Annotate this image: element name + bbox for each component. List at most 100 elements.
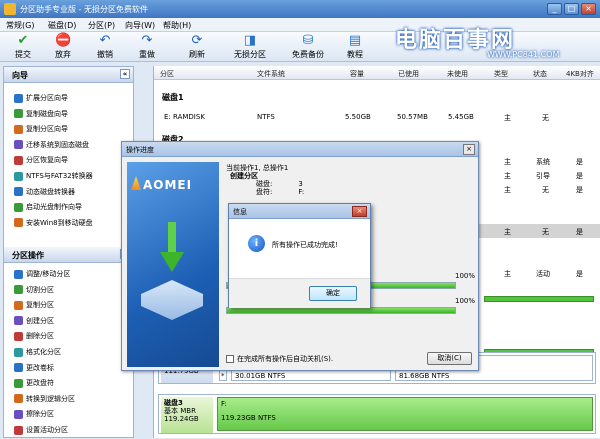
tutorial-button[interactable]: ▤ 教程 xyxy=(340,33,370,61)
wizard-item[interactable]: 复制分区向导 xyxy=(14,124,68,138)
col-filesystem[interactable]: 文件系统 xyxy=(257,69,285,79)
ops-item-icon xyxy=(14,347,23,357)
partition-block[interactable]: F: 119.23GB NTFS xyxy=(217,397,593,431)
check-icon: ✔ xyxy=(17,33,29,48)
ops-item-icon xyxy=(14,285,23,295)
ops-item-icon xyxy=(14,316,23,326)
wizard-item[interactable]: 扩展分区向导 xyxy=(14,93,68,107)
ops-item-label: 擦除分区 xyxy=(26,410,54,419)
wizard-item-icon xyxy=(14,187,23,197)
wizard-item-icon xyxy=(14,93,23,103)
ops-item-icon xyxy=(14,394,23,404)
ops-item-label: 格式化分区 xyxy=(26,348,61,356)
ops-item[interactable]: 更改盘符 xyxy=(14,378,54,392)
cancel-button[interactable]: 取消(C) xyxy=(427,352,472,365)
ops-item[interactable]: 更改卷标 xyxy=(14,363,54,377)
menu-partition[interactable]: 分区(P) xyxy=(88,20,115,31)
wizard-item[interactable]: 迁移系统到固态磁盘 xyxy=(14,140,89,154)
ops-item[interactable]: 创建分区 xyxy=(14,316,54,330)
wizard-item[interactable]: 安装Win8到移动硬盘 xyxy=(14,218,93,232)
drive-info: 盘符: F: xyxy=(256,188,305,196)
disk-info: 磁盘: 3 xyxy=(256,180,303,188)
ops-item-label: 调整/移动分区 xyxy=(26,270,71,278)
ops-item[interactable]: 擦除分区 xyxy=(14,409,54,423)
table-row[interactable]: E: RAMDISK NTFS 5.50GB 50.57MB 5.45GB 主 … xyxy=(154,110,600,124)
window-title: 分区助手专业版 - 无损分区免费软件 xyxy=(20,5,148,14)
wizard-item-label: NTFS与FAT32转换器 xyxy=(26,172,93,180)
ops-item-label: 设置活动分区 xyxy=(26,426,68,434)
wizard-item[interactable]: 复制磁盘向导 xyxy=(14,109,68,123)
minimize-button[interactable]: _ xyxy=(547,3,562,15)
disk-card-label: 磁盘3 基本 MBR 119.24GB xyxy=(161,397,213,433)
wizard-item-label: 复制磁盘向导 xyxy=(26,109,68,118)
ops-item[interactable]: 复制分区 xyxy=(14,300,54,314)
ops-item-icon xyxy=(14,269,23,279)
wizard-item-icon xyxy=(14,202,23,212)
menu-disk[interactable]: 磁盘(D) xyxy=(48,20,76,31)
progress-percent-1: 100% xyxy=(455,272,476,280)
wizard-section-title: 向导 xyxy=(12,71,28,80)
ops-item[interactable]: 删除分区 xyxy=(14,331,54,345)
wizard-item[interactable]: 动态磁盘转换器 xyxy=(14,187,75,201)
collapse-icon[interactable]: « xyxy=(120,69,130,79)
refresh-button[interactable]: ⟳ 刷新 xyxy=(182,33,212,61)
ops-item-label: 复制分区 xyxy=(26,301,54,310)
undo-icon: ↶ xyxy=(99,33,111,48)
auto-shutdown-checkbox[interactable]: 在完成所有操作后自动关机(S). xyxy=(226,354,333,364)
ops-item-label: 转换到逻辑分区 xyxy=(26,394,75,403)
ok-button[interactable]: 确定 xyxy=(309,286,357,301)
ops-item[interactable]: 转换到逻辑分区 xyxy=(14,394,75,408)
ops-section-title: 分区操作 xyxy=(12,251,44,260)
wizard-item-label: 迁移系统到固态磁盘 xyxy=(26,140,89,149)
download-arrow-icon xyxy=(160,222,184,272)
wizard-item-icon xyxy=(14,140,23,150)
progress-bar-2 xyxy=(226,307,456,314)
col-type[interactable]: 类型 xyxy=(494,69,508,79)
wizard-item[interactable]: NTFS与FAT32转换器 xyxy=(14,171,93,185)
ops-item-icon xyxy=(14,425,23,435)
ops-item[interactable]: 设置活动分区 xyxy=(14,425,68,439)
ops-section-header[interactable]: 分区操作 « xyxy=(4,247,133,263)
col-used[interactable]: 已使用 xyxy=(398,69,419,79)
col-free[interactable]: 未使用 xyxy=(447,69,468,79)
aomei-logo-panel: AOMEI xyxy=(127,162,219,367)
ops-item-label: 更改盘符 xyxy=(26,379,54,388)
wizard-item-label: 分区恢复向导 xyxy=(26,156,68,165)
wizard-item[interactable]: 分区恢复向导 xyxy=(14,155,68,169)
menu-help[interactable]: 帮助(H) xyxy=(163,20,191,31)
ops-item[interactable]: 调整/移动分区 xyxy=(14,269,70,283)
watermark-url: WWW.PC841.COM xyxy=(487,50,560,59)
disk-card[interactable]: 磁盘3 基本 MBR 119.24GB F: 119.23GB NTFS xyxy=(158,394,596,434)
checkbox-icon[interactable] xyxy=(226,355,234,363)
ops-item-icon xyxy=(14,300,23,310)
wizard-item[interactable]: 启动光盘制作向导 xyxy=(14,202,82,216)
col-capacity[interactable]: 容量 xyxy=(350,69,364,79)
wizard-item-icon xyxy=(14,109,23,119)
maximize-button[interactable]: □ xyxy=(564,3,579,15)
info-message-box: 信息 × i 所有操作已成功完成! 确定 xyxy=(228,203,371,308)
ops-item-icon xyxy=(14,378,23,388)
redo-button[interactable]: ↷ 重做 xyxy=(132,33,162,61)
wizard-section-header[interactable]: 向导 « xyxy=(4,67,133,83)
col-partition[interactable]: 分区 xyxy=(160,69,174,79)
partition-icon: ◨ xyxy=(243,33,257,48)
undo-button[interactable]: ↶ 撤销 xyxy=(90,33,120,61)
close-icon[interactable]: × xyxy=(352,206,367,217)
column-header: 分区 文件系统 容量 已使用 未使用 类型 状态 4KB对齐 xyxy=(154,66,600,80)
menu-general[interactable]: 常规(G) xyxy=(6,20,34,31)
aomei-logo-icon xyxy=(131,176,141,190)
col-status[interactable]: 状态 xyxy=(533,69,547,79)
disk1-label: 磁盘1 xyxy=(162,93,184,102)
lossless-partition-button[interactable]: ◨ 无损分区 xyxy=(228,33,272,61)
close-icon[interactable]: × xyxy=(463,144,475,155)
discard-button[interactable]: ⛔ 放弃 xyxy=(48,33,78,61)
ops-item[interactable]: 切割分区 xyxy=(14,285,54,299)
col-4k-align[interactable]: 4KB对齐 xyxy=(566,69,594,79)
free-backup-button[interactable]: ⛁ 免费备份 xyxy=(286,33,330,61)
tutorial-icon: ▤ xyxy=(348,33,362,48)
close-button[interactable]: × xyxy=(581,3,596,15)
menu-wizard[interactable]: 向导(W) xyxy=(125,20,155,31)
ops-item[interactable]: 格式化分区 xyxy=(14,347,61,361)
aomei-brand: AOMEI xyxy=(143,178,193,192)
commit-button[interactable]: ✔ 提交 xyxy=(8,33,38,61)
